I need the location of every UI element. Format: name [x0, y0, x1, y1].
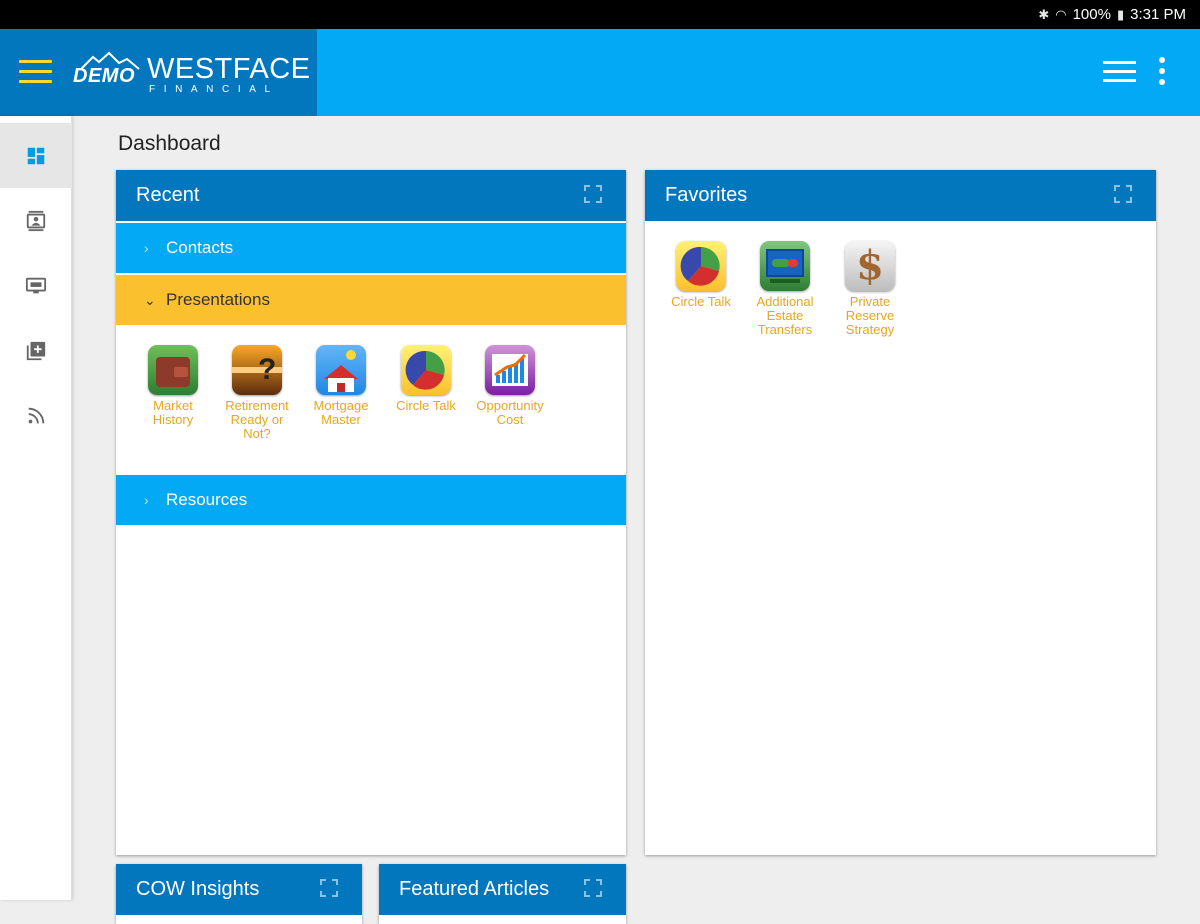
favorites-grid: Circle Talk Additional Estate Transfers $ … — [645, 221, 1156, 421]
bluetooth-icon: ✱ — [1038, 6, 1050, 22]
rail-item-contacts[interactable] — [0, 188, 72, 253]
accordion-contacts[interactable]: › Contacts — [116, 223, 626, 273]
logo-demo-badge: DEMO — [73, 65, 135, 87]
rail-item-feeds[interactable] — [0, 383, 72, 448]
presentation-icon — [25, 277, 47, 293]
app-tile-retirement-ready[interactable]: ? Retirement Ready or Not? — [214, 345, 300, 441]
navigation-rail — [0, 116, 72, 900]
contacts-icon — [26, 210, 46, 231]
accordion-contacts-label: Contacts — [166, 238, 234, 257]
accordion-resources[interactable]: › Resources — [116, 475, 626, 525]
brand-area: DEMO WESTFACE FINANCIAL — [0, 29, 317, 116]
accordion-presentations-label: Presentations — [166, 290, 270, 309]
estate-chart-icon — [760, 241, 810, 291]
sunset-question-icon: ? — [232, 345, 282, 395]
dollar-sign-icon: $ — [845, 241, 895, 291]
chevron-right-icon: › — [144, 240, 149, 256]
favorite-tile-private-reserve-strategy[interactable]: $ Private Reserve Strategy — [827, 241, 913, 337]
cow-insights-panel: COW Insights — [116, 864, 362, 924]
favorites-panel-title: Favorites — [665, 184, 748, 206]
featured-articles-panel-title: Featured Articles — [399, 878, 550, 900]
chevron-down-icon: ⌄ — [144, 291, 156, 308]
fullscreen-icon[interactable] — [1114, 185, 1132, 203]
app-tile-opportunity-cost[interactable]: Opportunity Cost — [467, 345, 553, 427]
pie-chart-icon — [676, 241, 726, 291]
favorite-tile-additional-estate-transfers[interactable]: Additional Estate Transfers — [742, 241, 828, 337]
library-add-icon — [26, 341, 46, 360]
status-bar: ✱ ◠ 100% ▮ 3:31 PM — [0, 0, 1200, 29]
pie-chart-icon — [401, 345, 451, 395]
presentations-grid: Market History ? Retirement Ready or Not? M… — [116, 325, 626, 475]
fullscreen-icon[interactable] — [584, 185, 602, 203]
rail-item-library[interactable] — [0, 318, 72, 383]
battery-icon: ▮ — [1116, 6, 1125, 22]
overflow-menu-icon[interactable] — [1156, 57, 1168, 89]
app-tile-mortgage-master[interactable]: Mortgage Master — [298, 345, 384, 427]
cow-insights-panel-header: COW Insights — [116, 864, 362, 915]
cow-insights-panel-title: COW Insights — [136, 878, 260, 900]
rail-item-presentations[interactable] — [0, 253, 72, 318]
rss-feed-icon — [28, 407, 45, 423]
recent-panel-header: Recent — [116, 170, 626, 221]
featured-articles-panel: Featured Articles — [379, 864, 626, 924]
list-view-menu-icon[interactable] — [1103, 61, 1136, 83]
clock: 3:31 PM — [1130, 6, 1186, 23]
nav-drawer-menu-icon[interactable] — [19, 60, 52, 84]
accordion-presentations[interactable]: ⌄ Presentations — [116, 275, 626, 325]
fullscreen-icon[interactable] — [320, 879, 338, 897]
logo-company-name: WESTFACE — [147, 53, 311, 85]
app-tile-market-history[interactable]: Market History — [130, 345, 216, 427]
growth-chart-icon — [485, 345, 535, 395]
dashboard-icon — [27, 147, 45, 164]
logo-company-subtitle: FINANCIAL — [149, 84, 279, 95]
wallet-icon — [148, 345, 198, 395]
battery-percent: 100% — [1072, 6, 1111, 23]
recent-panel: Recent › Contacts ⌄ Presentations Market… — [116, 170, 626, 855]
house-icon — [316, 345, 366, 395]
rail-item-dashboard[interactable] — [0, 123, 72, 188]
favorite-tile-circle-talk[interactable]: Circle Talk — [658, 241, 744, 309]
fullscreen-icon[interactable] — [584, 879, 602, 897]
app-bar: DEMO WESTFACE FINANCIAL — [0, 29, 1200, 116]
chevron-right-icon: › — [144, 492, 149, 508]
wifi-icon: ◠ — [1055, 6, 1067, 22]
favorites-panel: Favorites Circle Talk Additional Estate … — [645, 170, 1156, 855]
featured-articles-panel-header: Featured Articles — [379, 864, 626, 915]
recent-panel-title: Recent — [136, 184, 200, 206]
favorites-panel-header: Favorites — [645, 170, 1156, 221]
page-title: Dashboard — [118, 132, 221, 155]
accordion-resources-label: Resources — [166, 490, 248, 509]
westface-logo: DEMO WESTFACE FINANCIAL — [73, 51, 310, 97]
app-tile-circle-talk[interactable]: Circle Talk — [383, 345, 469, 413]
